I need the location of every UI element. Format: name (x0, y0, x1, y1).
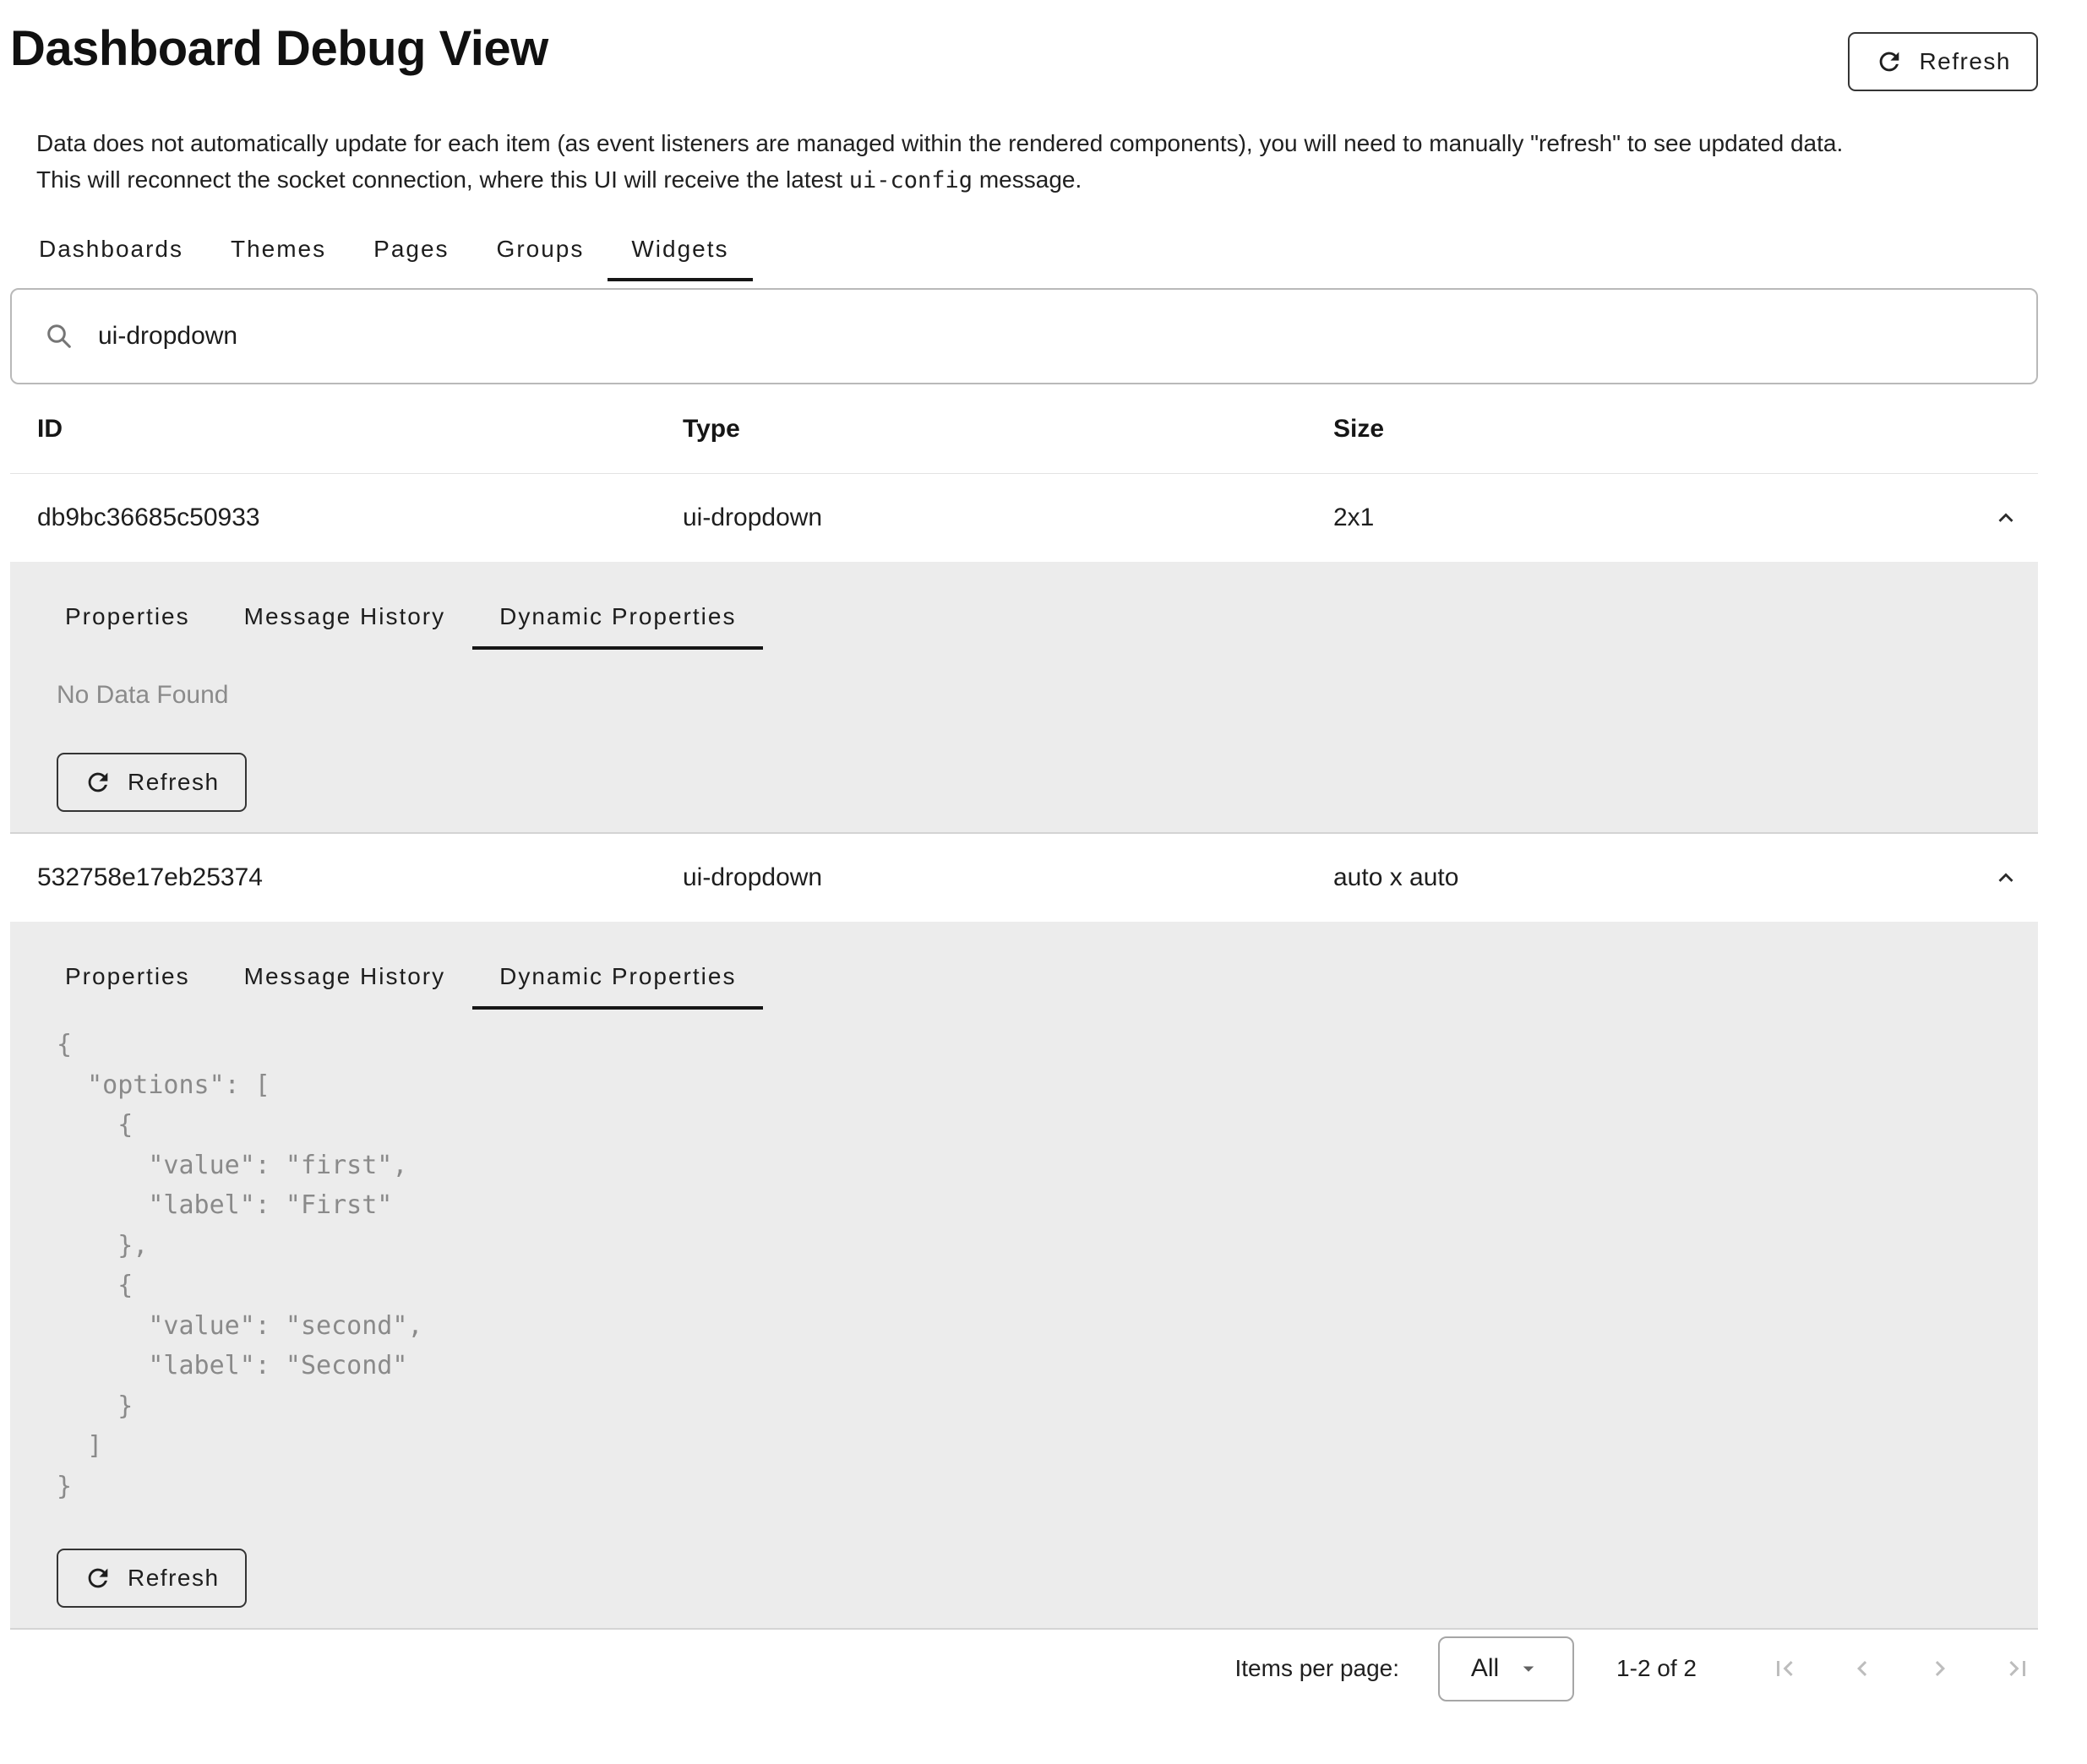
row-type: ui-dropdown (656, 863, 1306, 892)
tab-properties[interactable]: Properties (38, 944, 217, 1010)
refresh-icon (1875, 47, 1904, 76)
panel-refresh-button[interactable]: Refresh (57, 1549, 247, 1608)
last-page-button[interactable] (1997, 1638, 2038, 1699)
search-box (10, 288, 2038, 384)
page-title: Dashboard Debug View (10, 20, 548, 77)
table-row: db9bc36685c50933 ui-dropdown 2x1 (10, 474, 2038, 562)
panel-refresh-button[interactable]: Refresh (57, 753, 247, 812)
no-data-text: No Data Found (57, 680, 2018, 710)
tab-properties[interactable]: Properties (38, 584, 217, 650)
tab-message-history[interactable]: Message History (217, 944, 473, 1010)
chevron-up-icon (1992, 863, 2020, 892)
items-per-page-label: Items per page: (1234, 1655, 1399, 1682)
collapse-row-button[interactable] (1975, 487, 2036, 548)
page-size-select[interactable]: All (1438, 1636, 1574, 1701)
tab-widgets[interactable]: Widgets (608, 217, 752, 281)
dynamic-properties-json: { "options": [ { "value": "first", "labe… (57, 1025, 2018, 1506)
tab-dashboards[interactable]: Dashboards (15, 217, 207, 281)
description-line2: This will reconnect the socket connectio… (36, 166, 849, 193)
paginator-nav (1727, 1638, 2038, 1699)
row-size: 2x1 (1306, 504, 1974, 532)
tab-message-history[interactable]: Message History (217, 584, 473, 650)
previous-page-button[interactable] (1842, 1638, 1883, 1699)
chevron-left-icon (1847, 1653, 1877, 1684)
column-header-type: Type (656, 415, 1306, 444)
panel-tab-bar: Properties Message History Dynamic Prope… (38, 944, 2018, 1010)
page-size-value: All (1471, 1654, 1499, 1683)
row-type: ui-dropdown (656, 504, 1306, 532)
refresh-button-label: Refresh (1919, 48, 2011, 75)
row-id: 532758e17eb25374 (10, 863, 656, 892)
panel-refresh-label: Refresh (128, 1565, 220, 1592)
chevron-up-icon (1992, 504, 2020, 532)
search-input[interactable] (96, 321, 2014, 351)
next-page-button[interactable] (1920, 1638, 1960, 1699)
description: Data does not automatically update for e… (36, 125, 2038, 199)
tab-groups[interactable]: Groups (473, 217, 608, 281)
page-range-label: 1-2 of 2 (1616, 1655, 1697, 1682)
search-icon (34, 321, 74, 351)
ui-config-code: ui-config (849, 167, 973, 193)
dashboard-debug-page: Dashboard Debug View Refresh Data does n… (0, 20, 2087, 1707)
refresh-icon (84, 768, 112, 797)
refresh-icon (84, 1564, 112, 1592)
tab-dynamic-properties[interactable]: Dynamic Properties (472, 584, 763, 650)
collapse-row-button[interactable] (1975, 847, 2036, 908)
panel-refresh-label: Refresh (128, 769, 220, 796)
table-row: 532758e17eb25374 ui-dropdown auto x auto (10, 834, 2038, 922)
row-size: auto x auto (1306, 863, 1974, 892)
tab-dynamic-properties[interactable]: Dynamic Properties (472, 944, 763, 1010)
table-header-row: ID Type Size (10, 384, 2038, 474)
row-id: db9bc36685c50933 (10, 504, 656, 532)
column-header-id: ID (10, 415, 656, 444)
arrow-drop-down-icon (1516, 1656, 1541, 1681)
description-line1: Data does not automatically update for e… (36, 130, 1843, 156)
first-page-icon (1769, 1653, 1800, 1684)
description-line2-end: message. (973, 166, 1082, 193)
widget-detail-panel: Properties Message History Dynamic Prope… (10, 562, 2038, 834)
last-page-icon (2003, 1653, 2033, 1684)
chevron-right-icon (1925, 1653, 1955, 1684)
tab-themes[interactable]: Themes (207, 217, 350, 281)
column-header-size: Size (1306, 415, 1974, 444)
page-header: Dashboard Debug View Refresh (10, 20, 2038, 91)
paginator: Items per page: All 1-2 of 2 (10, 1630, 2038, 1707)
main-tab-bar: Dashboards Themes Pages Groups Widgets (10, 217, 2038, 281)
widget-detail-panel: Properties Message History Dynamic Prope… (10, 922, 2038, 1630)
first-page-button[interactable] (1764, 1638, 1805, 1699)
panel-tab-bar: Properties Message History Dynamic Prope… (38, 584, 2018, 650)
tab-pages[interactable]: Pages (350, 217, 472, 281)
refresh-button[interactable]: Refresh (1848, 32, 2038, 91)
